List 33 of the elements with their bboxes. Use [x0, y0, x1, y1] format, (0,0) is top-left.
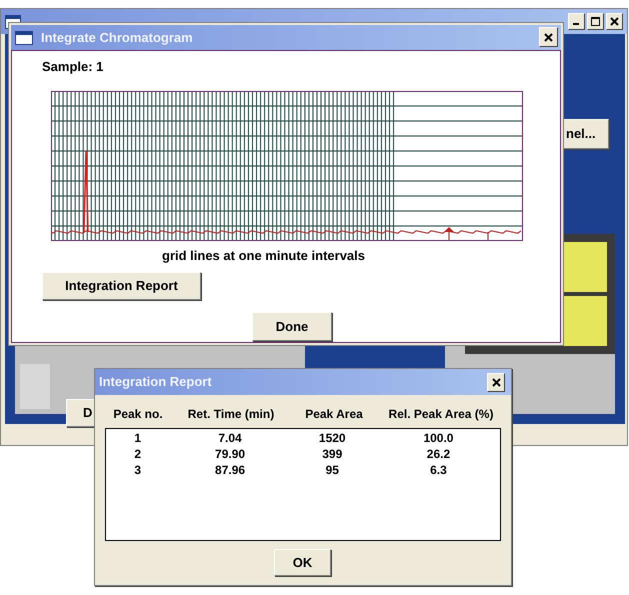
window-title: Integrate Chromatogram: [41, 28, 193, 47]
integration-report-button[interactable]: Integration Report: [42, 272, 201, 300]
column-header: Peak no.: [112, 406, 164, 423]
table-cell-text: 1: [133, 430, 142, 446]
window-icon: [15, 30, 33, 44]
close-icon: [610, 17, 619, 26]
table-cell-text: 1520: [318, 430, 347, 446]
sample-label: Sample: 1: [42, 58, 104, 76]
maximize-button[interactable]: [587, 13, 604, 30]
close-button[interactable]: [487, 373, 505, 392]
table-cell-text: 399: [321, 446, 344, 462]
table-cell-text: 2: [133, 446, 142, 462]
done-button[interactable]: Done: [252, 312, 332, 341]
column-header: Rel. Peak Area (%): [388, 406, 494, 423]
close-icon: [492, 378, 500, 387]
table-cell-text: 7.04: [217, 430, 243, 446]
table-cell-text: 87.96: [214, 462, 246, 478]
close-button[interactable]: [539, 27, 558, 47]
table-cell-text: 3: [133, 462, 142, 478]
ok-button[interactable]: OK: [274, 549, 331, 576]
column-header: Peak Area: [304, 406, 364, 423]
table-cell-text: 26.2: [426, 446, 452, 462]
table-cell-text: 79.90: [214, 446, 246, 462]
table-cell-text: 95: [324, 462, 340, 478]
table-cell-text: 100.0: [422, 430, 454, 446]
close-icon: [544, 32, 553, 42]
close-button[interactable]: [606, 13, 623, 30]
chart-caption: grid lines at one minute intervals: [162, 247, 365, 265]
minimize-button[interactable]: [568, 13, 585, 30]
column-header: Ret. Time (min): [186, 406, 276, 423]
maximize-icon: [591, 17, 600, 26]
window-title: Integration Report: [99, 373, 212, 392]
table-cell-text: 6.3: [429, 462, 448, 478]
